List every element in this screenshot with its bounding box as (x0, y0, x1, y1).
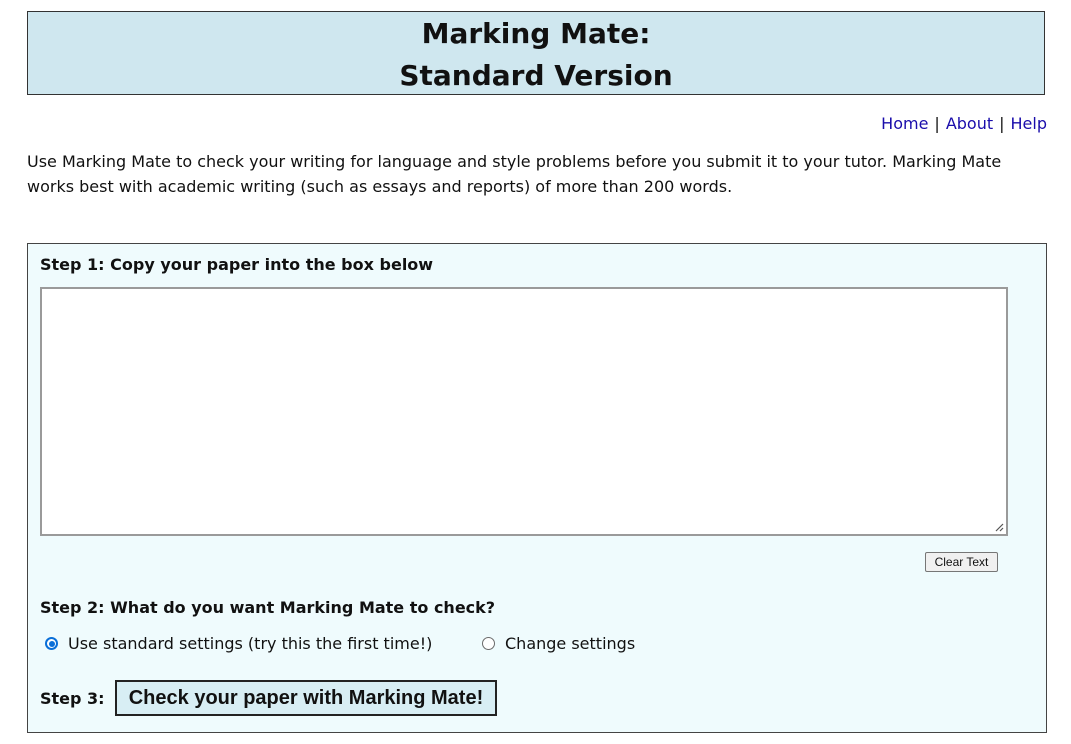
top-nav: Home | About | Help (881, 114, 1047, 133)
nav-separator: | (934, 114, 940, 133)
intro-text: Use Marking Mate to check your writing f… (27, 152, 1002, 196)
radio-selected-icon[interactable] (45, 637, 58, 650)
radio-option-standard[interactable]: Use standard settings (try this the firs… (45, 634, 432, 653)
radio-option-change[interactable]: Change settings (482, 634, 635, 653)
radio-option-change-label: Change settings (505, 634, 636, 653)
step2-label: Step 2: What do you want Marking Mate to… (40, 598, 496, 617)
resize-grip-icon[interactable] (994, 522, 1004, 532)
nav-link-about[interactable]: About (946, 114, 993, 133)
radio-unselected-icon[interactable] (482, 637, 495, 650)
nav-separator: | (999, 114, 1005, 133)
step3-label: Step 3: (40, 689, 105, 708)
clear-text-button[interactable]: Clear Text (925, 552, 998, 572)
submission-panel: Step 1: Copy your paper into the box bel… (27, 243, 1047, 733)
paper-textarea-wrapper (40, 287, 1008, 536)
radio-option-standard-label: Use standard settings (try this the firs… (68, 634, 433, 653)
step1-label: Step 1: Copy your paper into the box bel… (40, 255, 434, 274)
page-header: Marking Mate: Standard Version (27, 11, 1045, 95)
page-title-line1: Marking Mate: (421, 17, 651, 50)
check-paper-button[interactable]: Check your paper with Marking Mate! (115, 680, 497, 716)
paper-textarea[interactable] (40, 287, 1008, 536)
page-title-line2: Standard Version (399, 59, 673, 92)
nav-link-help[interactable]: Help (1011, 114, 1047, 133)
nav-link-home[interactable]: Home (881, 114, 928, 133)
